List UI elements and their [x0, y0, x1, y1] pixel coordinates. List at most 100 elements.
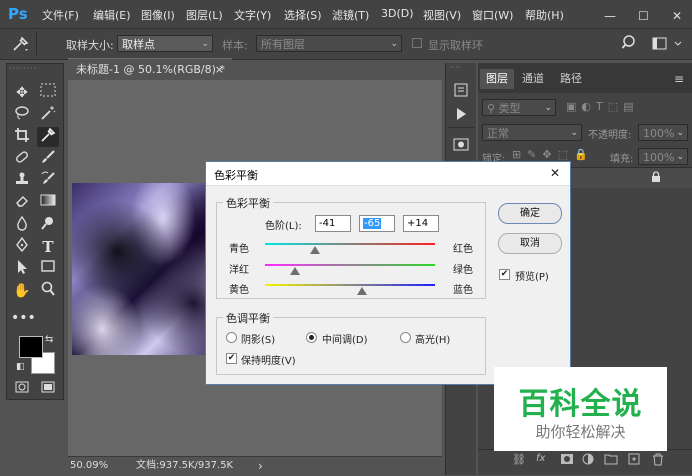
trash-icon[interactable] [652, 453, 666, 467]
toolbox-grip[interactable]: ········ [9, 65, 61, 73]
ok-button[interactable]: 确定 [498, 203, 562, 224]
status-bar: 50.09% 文档:937.5K/937.5K › [68, 456, 442, 476]
yellow-blue-slider-thumb[interactable] [356, 287, 367, 295]
history-brush-tool-icon[interactable] [37, 171, 59, 191]
shadows-radio[interactable] [226, 332, 237, 343]
magenta-green-slider-thumb[interactable] [289, 267, 300, 275]
search-icon[interactable] [621, 34, 639, 52]
workspace-switcher-icon[interactable] [651, 35, 687, 52]
maximize-button[interactable]: ☐ [638, 9, 649, 23]
dialog-close-button[interactable]: ✕ [550, 166, 560, 180]
more-tools-icon[interactable]: ••• [11, 308, 36, 328]
dialog-title-bar[interactable]: 色彩平衡 ✕ [206, 162, 570, 186]
group-icon[interactable] [604, 453, 618, 467]
slider-label-blue: 蓝色 [453, 285, 473, 296]
type-tool-icon[interactable]: T [37, 237, 59, 257]
blend-mode-select[interactable]: 正常 ⌄ [482, 124, 582, 141]
crop-tool-icon[interactable] [11, 127, 33, 147]
menu-window[interactable]: 窗口(W) [472, 7, 513, 23]
eraser-tool-icon[interactable] [11, 193, 33, 213]
minimize-button[interactable]: — [604, 9, 616, 23]
status-menu-arrow[interactable]: › [258, 457, 263, 475]
menu-help[interactable]: 帮助(H) [525, 7, 564, 23]
watermark-subtitle: 助你轻松解决 [535, 423, 626, 441]
menu-file[interactable]: 文件(F) [42, 7, 79, 23]
opacity-input[interactable]: 100% ⌄ [638, 124, 688, 141]
swap-colors-icon[interactable]: ⇆ [45, 334, 53, 345]
midtones-radio[interactable] [306, 332, 317, 343]
fx-icon[interactable]: fx [536, 453, 550, 467]
color-balance-dialog: 色彩平衡 ✕ 色彩平衡 色阶(L): -41 -65 +14 青色 红色 洋红 … [205, 161, 571, 385]
history-panel-icon[interactable] [452, 81, 470, 99]
zoom-level[interactable]: 50.09% [70, 457, 110, 475]
hand-tool-icon[interactable]: ✋ [11, 281, 33, 301]
separator [36, 31, 37, 55]
preserve-luminosity-checkbox[interactable]: ✔ [226, 353, 237, 364]
pen-tool-icon[interactable] [11, 236, 33, 257]
cyan-red-slider-thumb[interactable] [310, 246, 321, 254]
move-tool-icon[interactable]: ✥ [11, 83, 33, 103]
menu-view[interactable]: 视图(V) [423, 7, 461, 23]
foreground-color-swatch[interactable] [19, 336, 43, 358]
eyedropper-tool-icon[interactable] [37, 127, 59, 147]
lasso-tool-icon[interactable] [11, 105, 33, 125]
adjustment-icon[interactable] [582, 453, 596, 467]
layer-filter-select[interactable]: ⚲ 类型 ⌄ [482, 99, 556, 116]
tab-layers[interactable]: 图层 [480, 69, 514, 89]
menu-image[interactable]: 图像(I) [141, 7, 175, 23]
layer-filter-icons[interactable]: ▣◐T⬚▤ [566, 100, 639, 113]
dock-grip[interactable]: ···· [450, 64, 472, 72]
link-icon[interactable]: ⛓ [512, 453, 526, 467]
new-layer-icon[interactable] [628, 453, 642, 467]
highlights-radio[interactable] [400, 332, 411, 343]
tab-paths[interactable]: 路径 [554, 69, 588, 89]
document-canvas-image[interactable] [72, 183, 224, 355]
screen-mode-icon[interactable] [41, 381, 55, 393]
document-tab[interactable]: 未标题-1 @ 50.1%(RGB/8) * × [68, 58, 232, 80]
sample-size-select[interactable]: 取样点 ⌄ [117, 35, 213, 52]
level-yellow-blue-input[interactable]: +14 [403, 215, 439, 232]
default-colors-icon[interactable]: ◧ [16, 362, 25, 372]
menu-3d[interactable]: 3D(D) [381, 7, 414, 20]
tab-channels[interactable]: 通道 [516, 69, 550, 89]
watermark-logo: 百科全说 助你轻松解决 [494, 367, 667, 451]
preview-checkbox[interactable]: ✔ [499, 269, 510, 280]
quick-mask-icon[interactable] [15, 381, 29, 393]
level-cyan-red-input[interactable]: -41 [315, 215, 351, 232]
marquee-tool-icon[interactable] [37, 83, 59, 103]
panel-menu-icon[interactable]: ≡ [674, 72, 684, 86]
mask-icon[interactable] [560, 453, 574, 467]
lock-icons[interactable]: ⊞✎✥⬚🔒 [512, 148, 594, 161]
dodge-tool-icon[interactable] [37, 215, 59, 235]
dialog-title: 色彩平衡 [214, 169, 258, 182]
brush-tool-icon[interactable] [37, 149, 59, 169]
menu-edit[interactable]: 编辑(E) [93, 7, 131, 23]
fill-input[interactable]: 100% ⌄ [638, 148, 688, 165]
actions-play-icon[interactable] [452, 105, 470, 123]
menu-layer[interactable]: 图层(L) [186, 7, 223, 23]
level-magenta-green-input[interactable]: -65 [359, 215, 395, 232]
healing-brush-tool-icon[interactable] [11, 149, 33, 169]
magenta-green-slider-track[interactable] [265, 264, 435, 266]
show-ring-label: 显示取样环 [428, 39, 483, 52]
show-ring-checkbox[interactable] [412, 38, 422, 48]
menu-filter[interactable]: 滤镜(T) [332, 7, 369, 23]
sample-layers-select[interactable]: 所有图层 ⌄ [256, 35, 402, 52]
eyedropper-tool-preset-icon[interactable] [10, 35, 30, 53]
menu-type[interactable]: 文字(Y) [234, 7, 271, 23]
cyan-red-slider-track[interactable] [265, 243, 435, 245]
gradient-tool-icon[interactable] [37, 193, 59, 213]
path-selection-tool-icon[interactable] [11, 259, 33, 279]
properties-panel-icon[interactable] [452, 135, 470, 153]
slider-label-green: 绿色 [453, 265, 473, 276]
close-tab-icon[interactable]: × [215, 59, 224, 81]
rectangle-tool-icon[interactable] [37, 259, 59, 279]
menu-select[interactable]: 选择(S) [284, 7, 322, 23]
magic-wand-tool-icon[interactable] [37, 105, 59, 125]
blur-tool-icon[interactable] [11, 215, 33, 235]
close-window-button[interactable]: ✕ [672, 9, 682, 23]
clone-stamp-tool-icon[interactable] [11, 171, 33, 191]
cancel-button[interactable]: 取消 [498, 233, 562, 254]
yellow-blue-slider-track[interactable] [265, 284, 435, 286]
zoom-tool-icon[interactable] [37, 281, 59, 301]
